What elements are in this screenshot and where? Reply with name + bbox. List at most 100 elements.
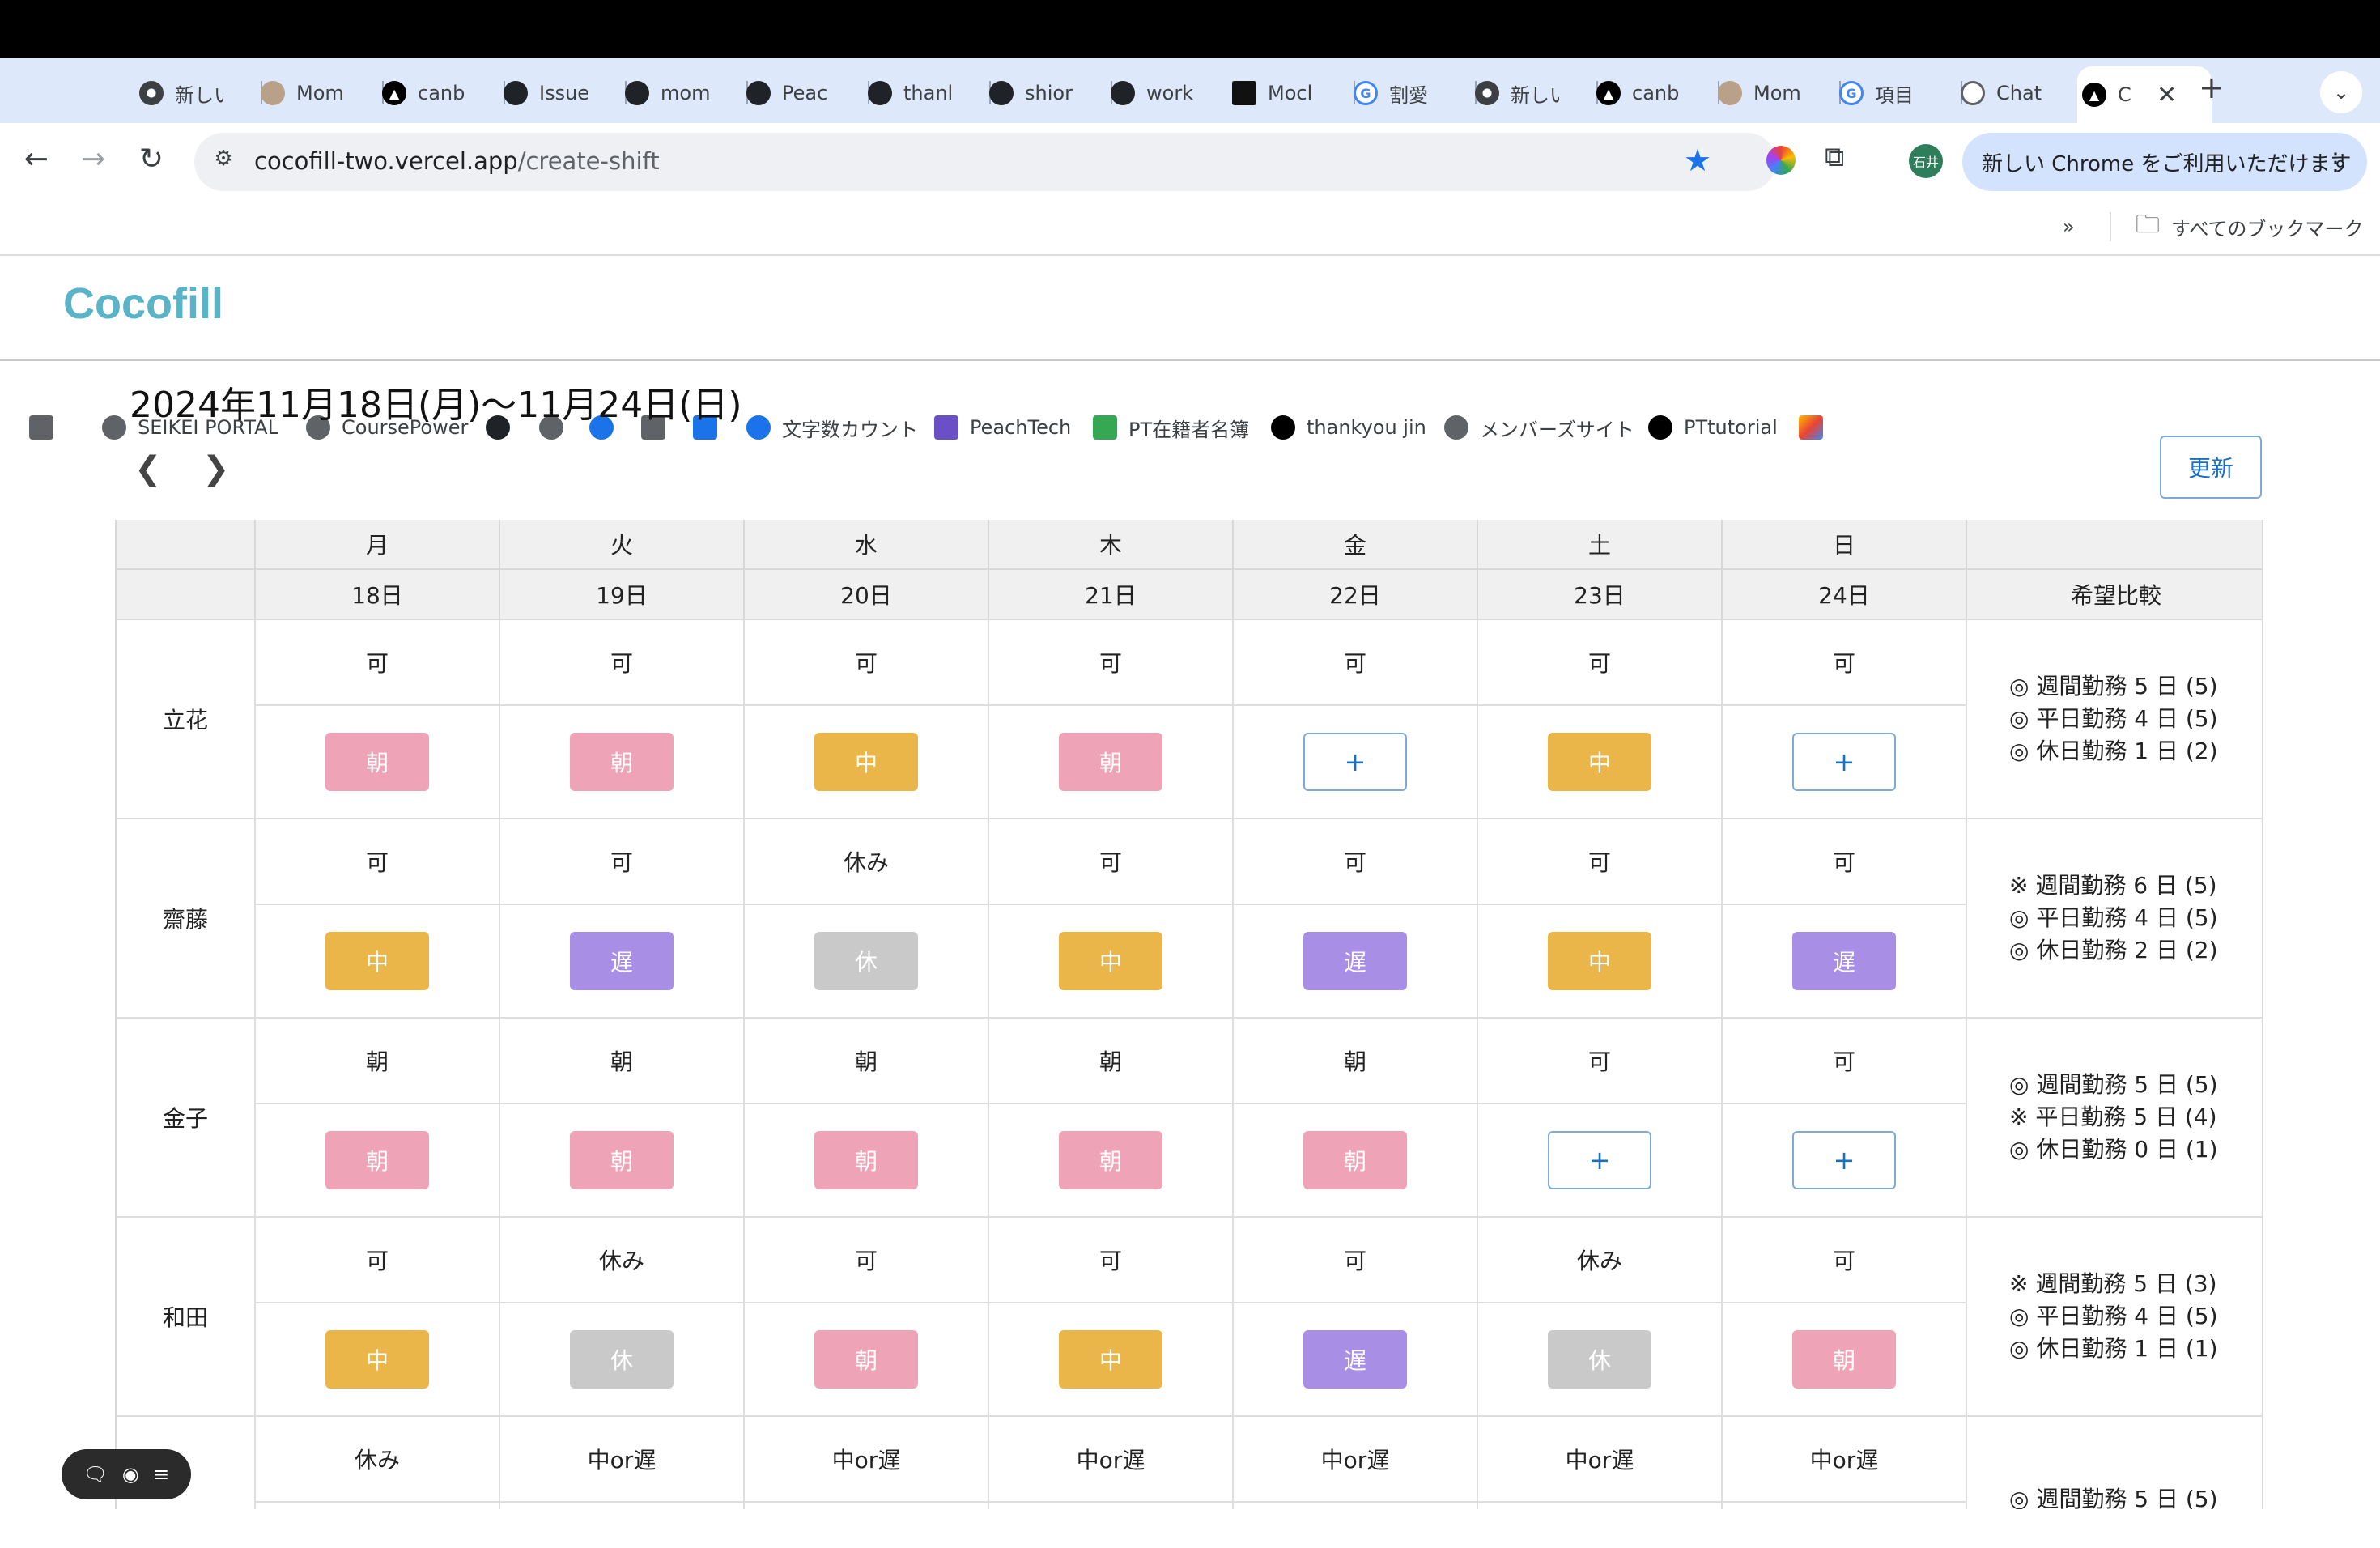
comparison-line: ◎ 平日勤務 4 日 (5) bbox=[2009, 904, 2218, 931]
shift-button[interactable]: 休 bbox=[814, 932, 918, 990]
shift-button[interactable]: 朝 bbox=[1792, 1330, 1896, 1389]
shift-button[interactable]: 休 bbox=[1548, 1330, 1651, 1389]
browser-tab[interactable]: thanl bbox=[868, 68, 991, 118]
browser-tab[interactable]: mom bbox=[625, 68, 748, 118]
back-icon[interactable]: ← bbox=[16, 142, 57, 176]
menu-icon[interactable]: ≡ bbox=[153, 1463, 169, 1486]
browser-tab[interactable]: Chat bbox=[1961, 68, 2084, 118]
shift-button[interactable]: 中 bbox=[1059, 932, 1162, 990]
shift-request: 可 bbox=[1234, 620, 1478, 706]
shift-button[interactable]: 中 bbox=[325, 1330, 429, 1389]
shift-request: 休み bbox=[256, 1417, 500, 1503]
forward-icon[interactable]: → bbox=[73, 142, 113, 176]
browser-tab[interactable]: shior bbox=[989, 68, 1112, 118]
bookmark-star-icon[interactable]: ★ bbox=[1684, 142, 1711, 178]
shift-button[interactable]: 遅 bbox=[1792, 932, 1896, 990]
browser-tab[interactable]: Mom bbox=[1718, 68, 1841, 118]
bookmark-item[interactable] bbox=[1799, 413, 1823, 442]
shift-button[interactable]: 朝 bbox=[325, 1131, 429, 1189]
add-shift-button[interactable]: + bbox=[1792, 733, 1896, 791]
color-extension-icon[interactable] bbox=[1766, 146, 1796, 175]
bookmark-item[interactable]: メンバーズサイト bbox=[1444, 413, 1634, 442]
date-header: 19日 bbox=[500, 570, 745, 620]
shift-button[interactable]: 休 bbox=[570, 1330, 674, 1389]
add-shift-button[interactable]: + bbox=[1792, 1131, 1896, 1189]
reload-icon[interactable]: ↻ bbox=[131, 142, 172, 176]
shift-cell: 中 bbox=[256, 1303, 500, 1417]
shift-cell: 休 bbox=[745, 905, 989, 1019]
bookmark-item[interactable]: 文字数カウント bbox=[746, 413, 918, 442]
shift-cell bbox=[745, 1503, 989, 1509]
weekday-header: 土 bbox=[1478, 520, 1723, 570]
vercel-icon bbox=[1648, 415, 1672, 440]
close-tab-icon[interactable]: ✕ bbox=[2157, 81, 2177, 109]
browser-tab[interactable]: G 割愛 bbox=[1354, 68, 1477, 118]
browser-tab[interactable]: work bbox=[1111, 68, 1234, 118]
shift-button[interactable]: 朝 bbox=[1059, 733, 1162, 791]
bookmark-label: PT在籍者名簿 bbox=[1128, 418, 1250, 441]
date-header: 24日 bbox=[1723, 570, 1967, 620]
shift-button[interactable]: 中 bbox=[1548, 733, 1651, 791]
browser-tab[interactable]: 新しい bbox=[1475, 68, 1598, 118]
shift-button[interactable]: 遅 bbox=[1303, 932, 1407, 990]
chrome-update-button[interactable]: 新しい Chrome をご利用いただけます ⋮ bbox=[1962, 133, 2367, 191]
shift-button[interactable]: 朝 bbox=[814, 1330, 918, 1389]
more-menu-icon[interactable]: ⋮ bbox=[2323, 148, 2348, 176]
shift-button[interactable]: 中 bbox=[325, 932, 429, 990]
shift-button[interactable]: 遅 bbox=[1303, 1330, 1407, 1389]
compare-header: 希望比較 bbox=[1967, 570, 2262, 620]
extensions-puzzle-icon[interactable]: ⧉ bbox=[1825, 141, 1854, 173]
prev-week-button[interactable]: ❮ bbox=[134, 450, 162, 487]
shift-button[interactable]: 中 bbox=[1059, 1330, 1162, 1389]
refresh-button[interactable]: 更新 bbox=[2160, 436, 2262, 499]
shift-button[interactable]: 朝 bbox=[570, 733, 674, 791]
add-shift-button[interactable]: + bbox=[1548, 1131, 1651, 1189]
browser-tab[interactable]: Issue bbox=[504, 68, 627, 118]
date-header: 22日 bbox=[1234, 570, 1478, 620]
all-bookmarks-button[interactable]: 🗀 すべてのブックマーク bbox=[2110, 211, 2363, 241]
shift-button[interactable]: 朝 bbox=[814, 1131, 918, 1189]
comparison-line: ◎ 週間勤務 5 日 (5) bbox=[2009, 1071, 2218, 1098]
comment-icon[interactable]: 🗨 bbox=[83, 1463, 108, 1486]
next-week-button[interactable]: ❯ bbox=[202, 450, 230, 487]
shift-comparison: ◎ 週間勤務 5 日 (5) ※ 平日勤務 5 日 (4) ◎ 休日勤務 0 日 (… bbox=[1967, 1019, 2262, 1218]
browser-tab[interactable]: Mom bbox=[261, 68, 384, 118]
bookmarks-overflow-button[interactable]: » bbox=[2063, 212, 2075, 241]
bookmark-item[interactable]: PT在籍者名簿 bbox=[1093, 413, 1249, 442]
browser-tab[interactable]: 新しい bbox=[139, 68, 262, 118]
shift-button[interactable]: 朝 bbox=[1059, 1131, 1162, 1189]
tab-title: canb bbox=[1632, 82, 1680, 104]
shift-cell: 中 bbox=[989, 1303, 1234, 1417]
tab-title: 割愛 bbox=[1389, 83, 1428, 107]
url-text[interactable]: cocofill-two.vercel.app/create-shift bbox=[254, 147, 660, 175]
s-icon bbox=[746, 415, 771, 440]
browser-tab[interactable]: ▲ canb bbox=[1596, 68, 1719, 118]
shift-button[interactable]: 中 bbox=[814, 733, 918, 791]
new-tab-button[interactable]: + bbox=[2199, 70, 2225, 105]
bookmark-item[interactable] bbox=[29, 413, 53, 442]
shift-cell bbox=[1234, 1503, 1478, 1509]
bookmark-item[interactable]: PeachTech bbox=[934, 413, 1071, 442]
shift-button[interactable]: 遅 bbox=[570, 932, 674, 990]
shift-button[interactable]: 中 bbox=[1548, 932, 1651, 990]
tab-search-button[interactable]: ⌄ bbox=[2320, 71, 2362, 113]
browser-tab[interactable]: G 項目 bbox=[1839, 68, 1962, 118]
browser-tab[interactable]: Mocl bbox=[1232, 68, 1355, 118]
shift-button[interactable]: 朝 bbox=[1303, 1131, 1407, 1189]
browser-tab[interactable]: ▲ canb bbox=[382, 68, 505, 118]
chevron-right-icon: ❯ bbox=[202, 450, 230, 487]
profile-avatar[interactable]: 石井 bbox=[1909, 144, 1943, 178]
browser-tab[interactable]: ▲ C ✕ bbox=[2077, 66, 2212, 123]
shift-cell bbox=[500, 1503, 745, 1509]
app-logo[interactable]: Cocofill bbox=[63, 279, 223, 329]
bookmark-item[interactable]: PTtutorial bbox=[1648, 413, 1778, 442]
add-shift-button[interactable]: + bbox=[1303, 733, 1407, 791]
bookmark-item[interactable]: thankyou jin bbox=[1271, 413, 1426, 442]
date-header: 23日 bbox=[1478, 570, 1723, 620]
shift-button[interactable]: 朝 bbox=[570, 1131, 674, 1189]
shift-button[interactable]: 朝 bbox=[325, 733, 429, 791]
eye-icon[interactable]: ◉ bbox=[122, 1463, 139, 1486]
comparison-line: ※ 平日勤務 5 日 (4) bbox=[2009, 1104, 2217, 1130]
browser-tab[interactable]: Peac bbox=[746, 68, 869, 118]
site-info-icon[interactable]: ⚙ bbox=[209, 147, 238, 176]
